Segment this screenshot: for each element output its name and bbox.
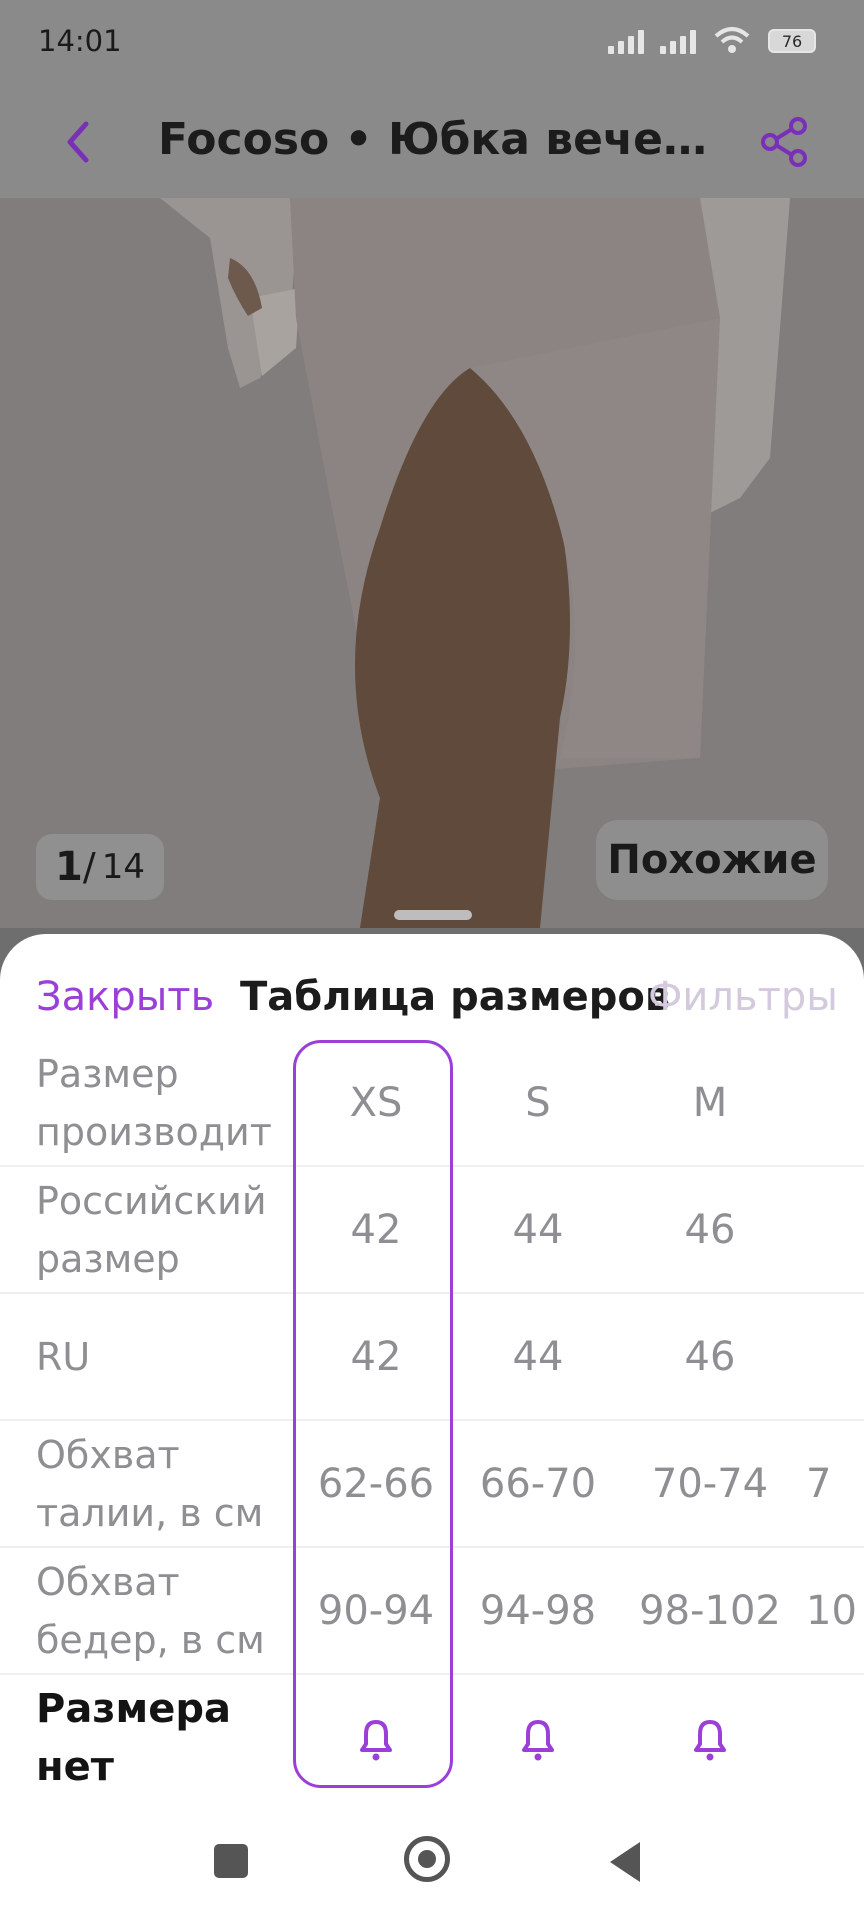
table-cell[interactable]: M	[620, 1040, 800, 1165]
table-cell[interactable]: 94-98	[458, 1548, 618, 1673]
table-row: Обхват бедер, в см 90-94 94-98 98-102 10	[0, 1548, 864, 1675]
table-row: Обхват талии, в см 62-66 66-70 70-74 7	[0, 1421, 864, 1548]
page-title: Focoso • Юбка вечерн...	[158, 114, 718, 165]
image-counter-separator: /	[82, 845, 96, 889]
row-label: RU	[36, 1334, 91, 1379]
row-label: Обхват талии, в см	[36, 1432, 264, 1535]
table-cell[interactable]: 44	[458, 1167, 618, 1292]
bell-icon[interactable]	[684, 1712, 736, 1764]
table-cell[interactable]: XS	[296, 1040, 456, 1165]
table-cell[interactable]: 42	[296, 1294, 456, 1419]
signal-icon	[608, 28, 644, 54]
image-counter-current: 1	[55, 844, 83, 890]
table-cell[interactable]: 7	[806, 1421, 864, 1546]
status-icons: 76	[608, 26, 816, 56]
similar-button[interactable]: Похожие	[596, 820, 828, 900]
battery-icon: 76	[768, 29, 816, 53]
table-cell[interactable]: 90-94	[296, 1548, 456, 1673]
filters-button[interactable]: Фильтры	[648, 974, 838, 1020]
image-counter: 1 / 14	[36, 834, 164, 900]
image-counter-total: 14	[101, 847, 145, 887]
table-cell[interactable]	[806, 1040, 864, 1165]
back-arrow-icon[interactable]	[52, 114, 108, 170]
table-cell[interactable]: 42	[296, 1167, 456, 1292]
back-triangle-icon[interactable]	[610, 1842, 640, 1882]
table-cell[interactable]: 46	[620, 1167, 800, 1292]
app-bar: Focoso • Юбка вечерн...	[0, 84, 864, 198]
table-cell[interactable]: 66-70	[458, 1421, 618, 1546]
row-label: Размер производит	[36, 1051, 272, 1154]
bell-icon[interactable]	[350, 1712, 402, 1764]
notify-bell-s[interactable]	[458, 1675, 618, 1800]
product-photo-illustration	[0, 198, 864, 928]
share-icon[interactable]	[754, 112, 814, 172]
size-table: Размер производит XS S M Российский разм…	[0, 1040, 864, 1815]
recents-icon[interactable]	[214, 1844, 248, 1878]
signal-icon-2	[660, 28, 696, 54]
size-table-sheet: Закрыть Таблица размеров Фильтры Размер …	[0, 934, 864, 1920]
table-cell[interactable]: 62-66	[296, 1421, 456, 1546]
table-cell[interactable]: 70-74	[620, 1421, 800, 1546]
table-row: Размер производит XS S M	[0, 1040, 864, 1167]
table-row: RU 42 44 46	[0, 1294, 864, 1421]
table-cell[interactable]: 10	[806, 1548, 864, 1673]
table-cell[interactable]: 98-102	[620, 1548, 800, 1673]
notify-bell-m[interactable]	[620, 1675, 800, 1800]
row-label: Российский размер	[36, 1178, 267, 1281]
table-cell[interactable]: 46	[620, 1294, 800, 1419]
notify-row: Размера нет	[0, 1675, 864, 1815]
close-button[interactable]: Закрыть	[36, 974, 214, 1020]
bell-icon[interactable]	[512, 1712, 564, 1764]
status-bar: 14:01 76	[0, 0, 864, 84]
notify-row-label: Размера нет	[36, 1685, 231, 1790]
table-cell[interactable]	[806, 1167, 864, 1292]
table-row: Российский размер 42 44 46	[0, 1167, 864, 1294]
status-time: 14:01	[38, 24, 122, 58]
wifi-icon	[714, 27, 750, 53]
home-icon[interactable]	[404, 1836, 450, 1882]
table-cell[interactable]: 44	[458, 1294, 618, 1419]
sheet-drag-handle[interactable]	[394, 910, 472, 920]
system-nav-bar	[0, 1808, 864, 1920]
notify-bell-xs[interactable]	[296, 1675, 456, 1800]
table-cell[interactable]	[806, 1294, 864, 1419]
table-cell[interactable]: S	[458, 1040, 618, 1165]
product-photo[interactable]	[0, 198, 864, 928]
sheet-title: Таблица размеров	[240, 974, 671, 1020]
row-label: Обхват бедер, в см	[36, 1559, 265, 1662]
